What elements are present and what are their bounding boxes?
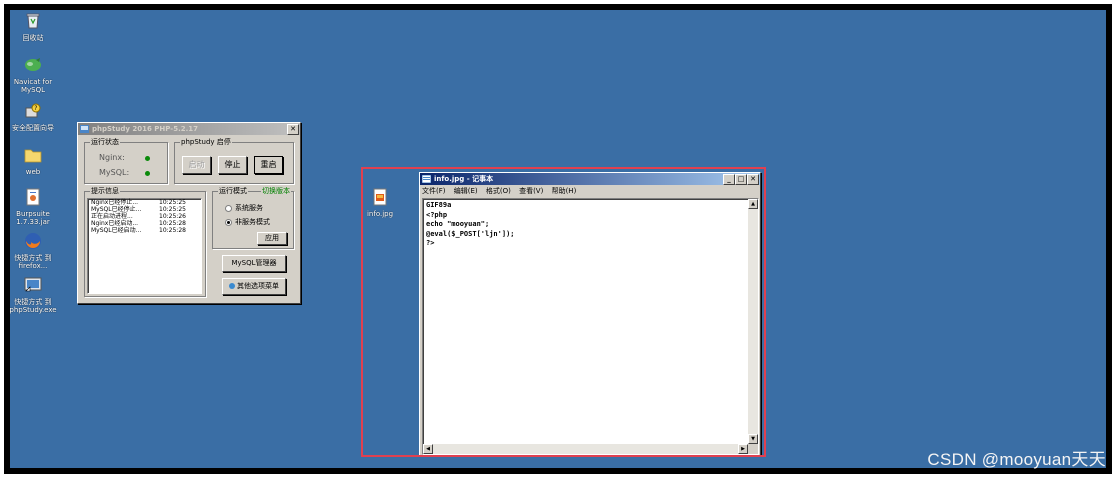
start-button[interactable]: 启动 xyxy=(182,156,211,174)
desktop-icon-label: 快捷方式 到 firefox... xyxy=(14,254,52,270)
start-stop-group-title: phpStudy 启停 xyxy=(180,138,232,146)
desktop-icon-label: 快捷方式 到 phpStudy.exe xyxy=(10,298,57,314)
security-wizard-icon: ? xyxy=(25,103,41,118)
phpstudy-icon xyxy=(24,277,42,292)
folder-icon xyxy=(24,149,42,163)
apply-button[interactable]: 应用 xyxy=(257,232,287,245)
mode-nonservice-radio[interactable]: 非服务模式 xyxy=(225,217,270,227)
other-options-button[interactable]: 其他选项菜单 xyxy=(222,278,286,295)
mysql-status-indicator xyxy=(145,171,150,176)
radio-off-icon xyxy=(225,204,232,212)
desktop-icon-navicat[interactable]: Navicat for MySQL xyxy=(10,56,59,94)
log-row: Nginx已经停止... 10:25:25 xyxy=(91,199,186,206)
status-group: 运行状态 Nginx: MySQL: xyxy=(84,138,168,184)
start-stop-group: phpStudy 启停 启动 停止 重启 xyxy=(174,138,294,184)
mysql-manager-button[interactable]: MySQL管理器 xyxy=(222,255,286,272)
phpstudy-titlebar[interactable]: phpStudy 2016 PHP-5.2.17 ✕ xyxy=(78,123,300,135)
phpstudy-title: phpStudy 2016 PHP-5.2.17 xyxy=(92,125,199,133)
desktop-icon-label: Navicat for MySQL xyxy=(13,78,53,94)
log-row: Nginx已经启动... 10:25:28 xyxy=(91,220,186,227)
log-list[interactable]: Nginx已经停止... 10:25:25 MySQL已经停止... 10:25:2… xyxy=(87,198,202,294)
jar-file-icon xyxy=(26,188,40,206)
desktop-icon-firefox[interactable]: 快捷方式 到 firefox... xyxy=(10,232,59,270)
navicat-icon xyxy=(25,58,41,71)
highlight-box xyxy=(361,167,766,457)
recycle-bin-icon xyxy=(26,13,40,29)
nginx-status-indicator xyxy=(145,156,150,161)
phpstudy-app-icon xyxy=(80,125,89,133)
mode-group-title: 运行模式 xyxy=(218,187,248,195)
stop-button[interactable]: 停止 xyxy=(218,156,247,174)
desktop-icon-web[interactable]: web xyxy=(10,146,59,176)
status-group-title: 运行状态 xyxy=(90,138,120,146)
firefox-icon xyxy=(25,233,41,249)
log-group: 提示信息 Nginx已经停止... 10:25:25 MySQL已经停止... 10… xyxy=(84,187,206,297)
desktop-icon-label: web xyxy=(25,168,41,176)
close-button[interactable]: ✕ xyxy=(287,124,299,135)
desktop-icon-recycle-bin[interactable]: 回收站 xyxy=(10,12,59,42)
close-icon: ✕ xyxy=(290,125,296,133)
mode-service-radio[interactable]: 系统服务 xyxy=(225,203,263,213)
log-row: MySQL已经停止... 10:25:25 xyxy=(91,206,186,213)
desktop-icon-burpsuite[interactable]: Burpsuite 1.7.33.jar xyxy=(10,188,59,226)
svg-text:?: ? xyxy=(34,105,37,112)
log-row: MySQL已经启动... 10:25:28 xyxy=(91,227,186,234)
log-group-title: 提示信息 xyxy=(90,187,120,195)
mode-group: 运行模式 切换版本 系统服务 非服务模式 应用 xyxy=(212,187,294,249)
desktop-icon-label: 回收站 xyxy=(22,34,44,42)
nginx-label: Nginx: xyxy=(99,153,125,162)
desktop-icon-label: 安全配置向导 xyxy=(12,124,54,132)
restart-button[interactable]: 重启 xyxy=(254,156,283,174)
mysql-label: MySQL: xyxy=(99,168,130,177)
log-row: 正在启动进程... 10:25:26 xyxy=(91,213,186,220)
watermark: CSDN @mooyuan天天 xyxy=(927,450,1106,469)
desktop[interactable]: 回收站 Navicat for MySQL ? 安全配置向导 web Burps… xyxy=(10,10,1106,468)
globe-icon xyxy=(229,283,235,289)
desktop-icon-security-wizard[interactable]: ? 安全配置向导 xyxy=(10,102,59,132)
desktop-icon-phpstudy[interactable]: 快捷方式 到 phpStudy.exe xyxy=(10,276,59,314)
desktop-icon-label: Burpsuite 1.7.33.jar xyxy=(16,210,50,226)
radio-on-icon xyxy=(225,218,232,226)
switch-version-link[interactable]: 切换版本 xyxy=(261,187,291,195)
phpstudy-window[interactable]: phpStudy 2016 PHP-5.2.17 ✕ 运行状态 Nginx: M… xyxy=(77,122,301,304)
